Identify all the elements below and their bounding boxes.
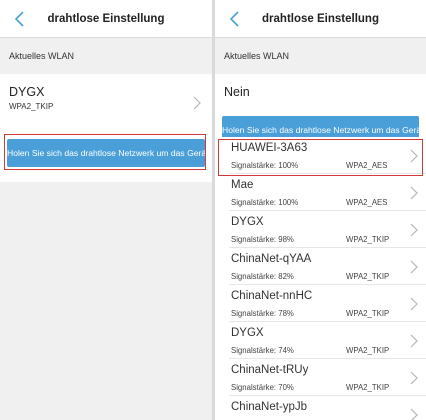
network-signal: Signalstärke: 74% xyxy=(231,346,294,355)
network-security: WPA2_AES xyxy=(346,161,388,170)
chevron-right-icon xyxy=(410,408,418,420)
network-list: HUAWEI-3A63 Signalstärke: 100% WPA2_AES … xyxy=(215,137,426,420)
network-signal: Signalstärke: 78% xyxy=(231,309,294,318)
current-wlan-row: Nein xyxy=(215,74,426,115)
network-item[interactable]: Mae Signalstärke: 100% WPA2_AES xyxy=(215,174,426,211)
network-item[interactable]: ChinaNet-ypJb xyxy=(215,396,426,420)
chevron-right-icon xyxy=(410,149,418,163)
current-wlan-security: WPA2_TKIP xyxy=(9,102,54,111)
header-bar: drahtlose Einstellung xyxy=(0,0,212,38)
network-name: DYGX xyxy=(231,327,264,339)
network-security: WPA2_TKIP xyxy=(346,309,390,318)
network-security: WPA2_TKIP xyxy=(346,272,390,281)
chevron-right-icon xyxy=(410,223,418,237)
back-button[interactable] xyxy=(4,4,34,34)
network-item[interactable]: DYGX Signalstärke: 98% WPA2_TKIP xyxy=(215,211,426,248)
current-wlan-name: Nein xyxy=(224,85,250,99)
right-screen: drahtlose Einstellung Aktuelles WLAN Nei… xyxy=(215,0,426,420)
network-name: Mae xyxy=(231,179,254,191)
network-security: WPA2_AES xyxy=(346,198,388,207)
current-wlan-row[interactable]: DYGX WPA2_TKIP xyxy=(0,74,212,132)
current-wlan-name: DYGX xyxy=(9,85,45,99)
back-button[interactable] xyxy=(219,4,249,34)
chevron-right-icon xyxy=(410,334,418,348)
chevron-right-icon xyxy=(410,371,418,385)
fetch-area: Holen Sie sich das drahtlose Netzwerk um… xyxy=(0,132,212,182)
header-bar: drahtlose Einstellung xyxy=(215,0,426,38)
network-item[interactable]: DYGX Signalstärke: 74% WPA2_TKIP xyxy=(215,322,426,359)
network-signal: Signalstärke: 98% xyxy=(231,235,294,244)
network-name: ChinaNet-nnHC xyxy=(231,290,313,302)
network-item[interactable]: ChinaNet-nnHC Signalstärke: 78% WPA2_TKI… xyxy=(215,285,426,322)
network-name: ChinaNet-ypJb xyxy=(231,401,308,413)
network-item[interactable]: ChinaNet-tRUy Signalstärke: 70% WPA2_TKI… xyxy=(215,359,426,396)
network-signal: Signalstärke: 70% xyxy=(231,383,294,392)
chevron-left-icon xyxy=(228,10,240,28)
network-signal: Signalstärke: 100% xyxy=(231,161,299,170)
fetch-networks-button[interactable]: Holen Sie sich das drahtlose Netzwerk um… xyxy=(7,139,209,167)
chevron-right-icon xyxy=(410,297,418,311)
network-security: WPA2_TKIP xyxy=(346,346,390,355)
network-signal: Signalstärke: 100% xyxy=(231,198,299,207)
left-screen: drahtlose Einstellung Aktuelles WLAN DYG… xyxy=(0,0,212,420)
network-name: HUAWEI-3A63 xyxy=(231,142,308,154)
network-name: DYGX xyxy=(231,216,264,228)
chevron-left-icon xyxy=(13,10,25,28)
chevron-right-icon xyxy=(193,96,201,110)
network-item[interactable]: ChinaNet-qYAA Signalstärke: 82% WPA2_TKI… xyxy=(215,248,426,285)
chevron-right-icon xyxy=(410,186,418,200)
network-security: WPA2_TKIP xyxy=(346,383,390,392)
section-label-current-wlan: Aktuelles WLAN xyxy=(9,51,75,61)
network-security: WPA2_TKIP xyxy=(346,235,390,244)
network-signal: Signalstärke: 82% xyxy=(231,272,294,281)
network-name: ChinaNet-qYAA xyxy=(231,253,312,265)
network-name: ChinaNet-tRUy xyxy=(231,364,309,376)
network-item[interactable]: HUAWEI-3A63 Signalstärke: 100% WPA2_AES xyxy=(215,137,426,174)
section-label-current-wlan: Aktuelles WLAN xyxy=(224,51,290,61)
chevron-right-icon xyxy=(410,260,418,274)
